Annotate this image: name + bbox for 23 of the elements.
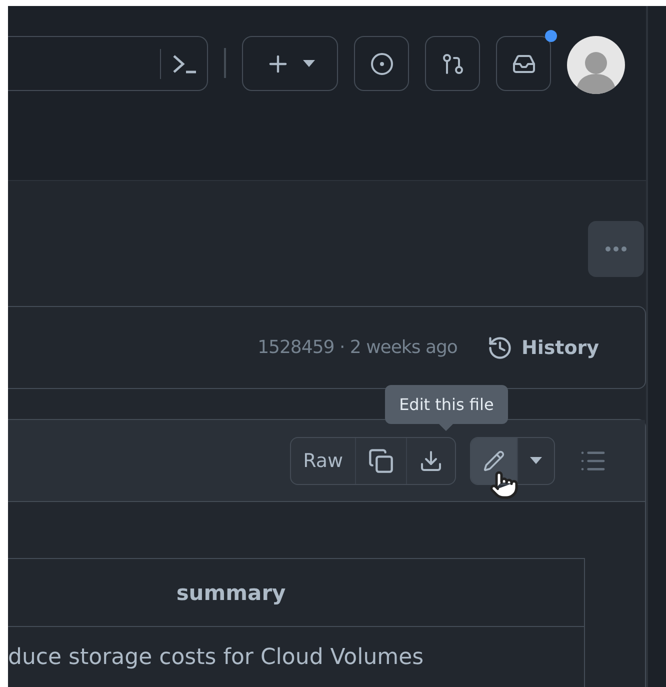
caret-icon xyxy=(303,60,315,67)
download-icon xyxy=(419,448,444,472)
hand-cursor-icon xyxy=(489,470,520,500)
pull-request-icon xyxy=(440,52,464,76)
create-new-button[interactable] xyxy=(242,36,338,91)
ellipsis-icon xyxy=(605,246,628,252)
circle-dot-icon xyxy=(370,52,394,76)
tooltip-pointer xyxy=(439,424,454,430)
search-field[interactable] xyxy=(8,36,208,91)
pencil-icon xyxy=(483,450,506,472)
copy-icon xyxy=(368,448,394,474)
caret-icon xyxy=(530,457,542,464)
inbox-button[interactable] xyxy=(496,36,551,91)
column-header: summary xyxy=(8,559,584,627)
terminal-icon xyxy=(171,52,199,74)
command-palette-button[interactable] xyxy=(160,48,199,78)
issues-button[interactable] xyxy=(354,36,409,91)
table-cell-text: duce storage costs for Cloud Volumes xyxy=(8,644,425,672)
history-icon xyxy=(487,334,514,360)
commit-info: 1528459 · 2 weeks ago xyxy=(258,337,458,358)
tooltip: Edit this file xyxy=(385,384,508,430)
pull-requests-button[interactable] xyxy=(425,36,480,91)
history-link[interactable]: History xyxy=(487,334,600,360)
